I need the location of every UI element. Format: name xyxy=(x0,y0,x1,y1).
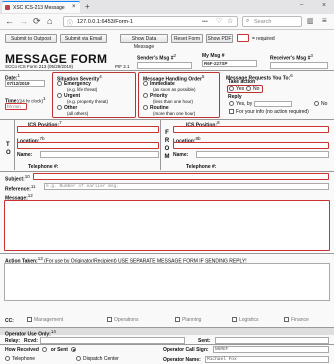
to-name-label: Name: xyxy=(17,152,33,158)
situation-severity-group: Situation Severity4 Emergency (e.g. life… xyxy=(52,72,136,118)
bookmark-star-icon[interactable]: ☆ xyxy=(227,17,233,25)
my-msg-label: My Msg # xyxy=(202,53,225,59)
reply-yes-by[interactable]: Yes, by xyxy=(229,101,252,107)
info-icon[interactable]: ⓘ xyxy=(67,18,73,27)
show-data-button[interactable]: Show Data Message xyxy=(120,34,168,50)
required-legend-swatch xyxy=(237,34,249,42)
cc-planning[interactable]: Planning xyxy=(175,317,201,323)
date-input[interactable]: 07/12/2019 xyxy=(5,80,45,87)
sender-msg-input[interactable] xyxy=(137,62,192,69)
take-action-yes[interactable]: Yes xyxy=(229,86,244,92)
method-telephone[interactable]: Telephone xyxy=(5,356,35,362)
window-close-icon[interactable]: × xyxy=(322,2,326,9)
relay-rcvd: Rcvd: xyxy=(24,338,38,344)
sender-msg-label: Sender's Msg #2 xyxy=(137,53,176,62)
message-textarea[interactable] xyxy=(4,200,330,251)
relay-row: Relay: Rcvd: Sent: xyxy=(0,336,334,345)
message-handling-group: Message Handling Order5 Immediate (as so… xyxy=(138,72,220,118)
receiver-msg-label: Receiver's Msg #3 xyxy=(270,53,313,62)
subject-input[interactable] xyxy=(33,173,329,180)
tab-strip: XSC ICS-213 Message × + – × xyxy=(0,0,334,14)
forward-icon[interactable]: → xyxy=(19,16,28,26)
my-msg-input[interactable]: R6F-227SP xyxy=(202,60,257,67)
received-sent-row: How Received or Sent xyxy=(5,347,78,353)
tab-title: XSC ICS-213 Message xyxy=(13,5,65,11)
relay-rcvd-input[interactable] xyxy=(40,337,185,344)
new-tab-icon[interactable]: + xyxy=(85,2,90,11)
take-action-no[interactable]: No xyxy=(246,86,259,92)
search-icon: ⌕ xyxy=(246,18,250,24)
message-requests-group: Message Requests You To:6 Take action Ye… xyxy=(226,73,328,115)
from-name-input[interactable] xyxy=(196,151,329,158)
to-telephone-label: Telephone #: xyxy=(28,164,59,170)
operator-use-header: Operator Use Only:14 xyxy=(0,327,334,338)
submit-outpost-button[interactable]: Submit to Outpost xyxy=(5,34,57,43)
reference-label: Reference:11 xyxy=(5,184,36,193)
reset-form-button[interactable]: Reset Form xyxy=(171,34,203,43)
home-icon[interactable]: ⌂ xyxy=(47,16,52,26)
from-letters: FROM xyxy=(164,130,170,160)
to-letters: TO xyxy=(6,142,11,156)
from-telephone-label: Telephone #: xyxy=(186,164,217,170)
cc-logistics[interactable]: Logistics xyxy=(232,317,258,323)
reply-by-input[interactable] xyxy=(254,101,292,107)
nav-bar: ← → ⟳ ⌂ ⓘ 127.0.0.1:6453/Form-1 ••• ♡ ☆ … xyxy=(0,14,334,30)
browser-tab[interactable]: XSC ICS-213 Message × xyxy=(2,1,80,13)
from-location-input[interactable] xyxy=(173,142,329,149)
subject-label: Subject:10 xyxy=(5,174,30,183)
page-actions-icon[interactable]: ••• xyxy=(202,19,208,25)
sent-radio[interactable] xyxy=(71,347,77,353)
received-radio[interactable] xyxy=(42,347,48,353)
relay-sent-label: Sent: xyxy=(198,338,211,344)
required-legend: = required xyxy=(252,36,275,42)
receiver-msg-input[interactable] xyxy=(270,62,328,69)
time-input[interactable]: hh:mm xyxy=(5,103,27,110)
cc-operations[interactable]: Operations xyxy=(107,317,138,323)
cc-label: CC: xyxy=(5,318,14,324)
menu-icon[interactable]: ≡ xyxy=(322,16,327,25)
url-text: 127.0.0.1:6453/Form-1 xyxy=(77,19,133,25)
reply-label: Reply xyxy=(228,94,242,100)
show-pdf-button[interactable]: Show PDF xyxy=(206,34,233,43)
search-placeholder: Search xyxy=(254,19,272,25)
operator-call-input[interactable]: N6REF xyxy=(213,346,329,353)
pocket-icon[interactable]: ♡ xyxy=(216,17,222,25)
form-toolbar: Submit to Outpost Submit via Email Show … xyxy=(5,34,330,50)
to-name-input[interactable] xyxy=(40,151,159,158)
from-position-input[interactable] xyxy=(173,126,329,133)
pif-version: PIF 2.1 xyxy=(115,64,130,69)
tab-favicon-icon xyxy=(5,5,10,10)
method-dispatch[interactable]: Dispatch Center xyxy=(76,356,119,362)
operator-name-label: Operator Name: xyxy=(163,357,201,363)
cc-row: CC: Management Operations Planning Logis… xyxy=(5,317,330,325)
search-box[interactable]: ⌕ Search xyxy=(242,16,302,27)
relay-sent-input[interactable] xyxy=(215,337,329,344)
url-bar[interactable]: ⓘ 127.0.0.1:6453/Form-1 ••• ♡ ☆ xyxy=(63,16,238,27)
operator-call-label: Operator Call Sign: xyxy=(163,347,209,353)
reload-icon[interactable]: ⟳ xyxy=(33,16,41,27)
to-location-input[interactable] xyxy=(17,142,159,149)
info-only-checkbox[interactable]: For your info (no action required) xyxy=(229,109,309,115)
window-minimize-icon[interactable]: – xyxy=(300,2,303,8)
from-name-label: Name: xyxy=(173,152,189,158)
operator-name-input[interactable]: Michael Fox xyxy=(205,356,329,363)
tab-close-icon[interactable]: × xyxy=(72,4,76,10)
submit-email-button[interactable]: Submit via Email xyxy=(60,34,107,43)
reference-input[interactable]: e.g. Number of earlier msg. xyxy=(44,183,329,190)
cc-finance[interactable]: Finance xyxy=(284,317,309,323)
reply-no[interactable]: No xyxy=(314,101,327,107)
action-taken-textarea[interactable] xyxy=(4,263,330,301)
library-icon[interactable]: ▥ xyxy=(307,17,314,25)
to-position-input[interactable] xyxy=(17,126,159,133)
form-subtitle: SCCo ICS Form 213 (05/29/2019) xyxy=(5,64,74,69)
cc-management[interactable]: Management xyxy=(27,317,63,323)
relay-label: Relay: xyxy=(5,338,21,344)
back-icon[interactable]: ← xyxy=(5,16,14,26)
